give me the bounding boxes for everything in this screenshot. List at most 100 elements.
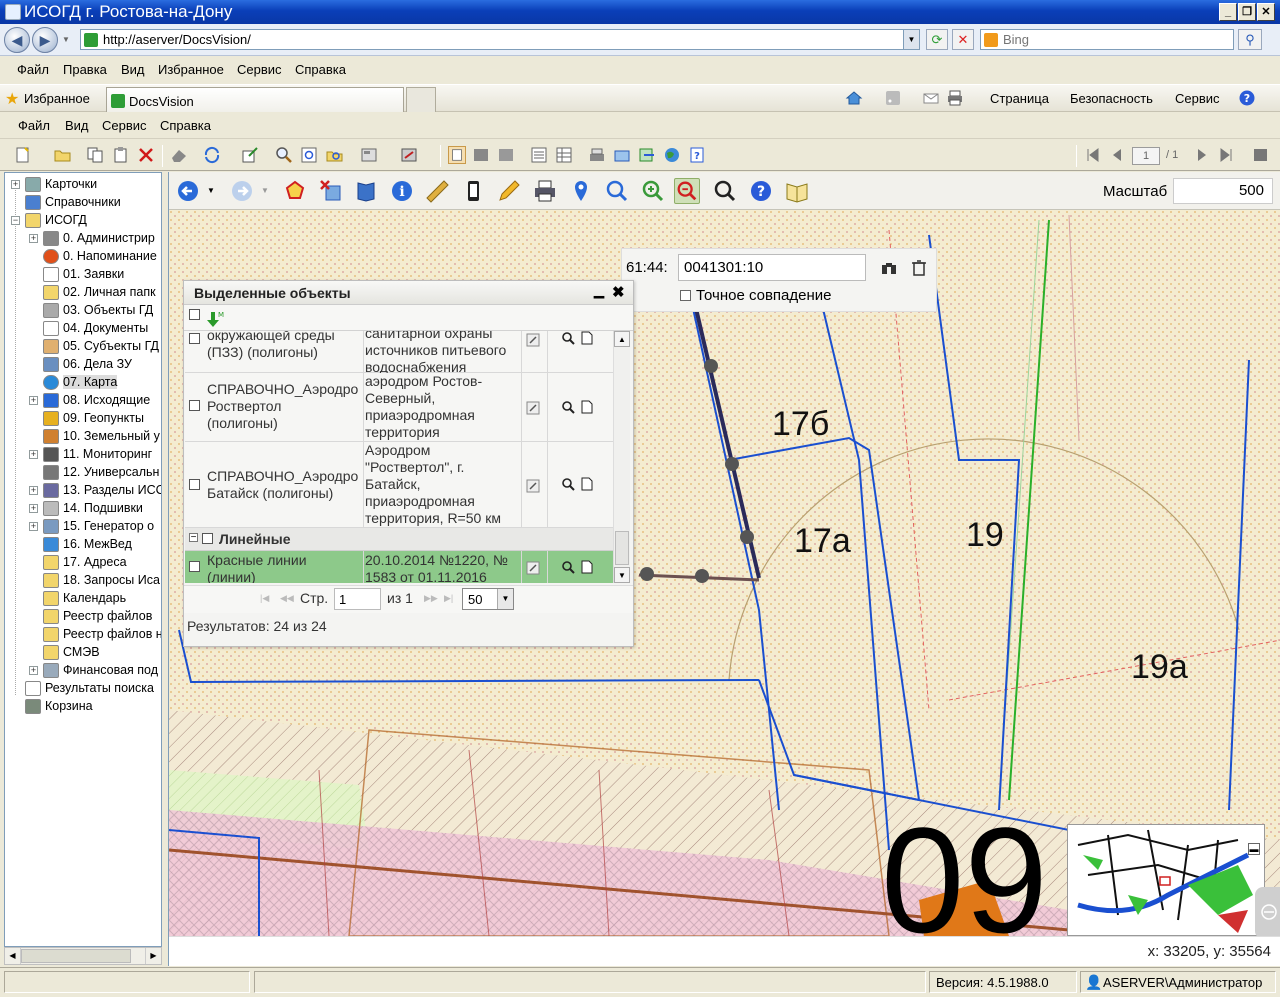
search-button[interactable]: ⚲ [1238,29,1262,50]
properties-icon[interactable] [400,146,418,164]
list-item[interactable]: СПРАВОЧНО_Аэродро Батайск (полигоны) Аэро… [185,442,613,528]
tree-expander-icon[interactable]: + [29,450,38,459]
close-window-button[interactable]: ✕ [1257,3,1275,21]
mobile-icon[interactable] [460,178,486,204]
zoom-to-icon[interactable] [561,477,575,491]
find-icon[interactable] [275,146,293,164]
zoom-to-icon[interactable] [561,560,575,574]
menu-view[interactable]: Вид [121,62,145,77]
edit-icon[interactable] [526,561,540,575]
new-card-icon[interactable] [14,146,32,164]
paste-icon[interactable] [112,146,130,164]
menu-edit[interactable]: Правка [63,62,107,77]
side-panel-toggle[interactable] [1255,887,1280,936]
menu-favorites[interactable]: Избранное [158,62,224,77]
find-in-card-icon[interactable] [300,146,318,164]
home-icon[interactable] [845,89,863,107]
document-icon[interactable] [581,331,593,345]
favorites-button[interactable]: Избранное [24,91,90,106]
tree-expander-icon[interactable]: + [29,522,38,531]
export-icon[interactable] [241,146,259,164]
pencil-icon[interactable] [496,178,522,204]
app-menu-file[interactable]: Файл [18,118,50,133]
ruler-icon[interactable] [424,178,450,204]
cadastral-number-input[interactable] [678,254,866,281]
scroll-up-icon[interactable]: ▲ [614,331,630,347]
zoom-extent-icon[interactable] [604,178,630,204]
document-icon[interactable] [581,560,593,574]
pager-prev-icon[interactable]: ◀◀ [280,593,294,604]
restore-button[interactable]: ❐ [1238,3,1256,21]
clear-trash-icon[interactable] [911,259,927,277]
next-page-icon[interactable] [1193,146,1211,164]
archive-icon[interactable] [613,146,631,164]
export-page-icon[interactable] [1252,146,1270,164]
open-book-icon[interactable] [784,178,810,204]
zoom-out-icon[interactable] [674,178,700,204]
pager-first-icon[interactable]: |◀ [260,593,269,604]
sync-icon[interactable] [203,146,221,164]
exact-match-checkbox[interactable] [680,290,691,301]
history-dropdown-icon[interactable]: ▼ [62,35,70,44]
zoom-to-icon[interactable] [561,331,575,345]
tree-expander-icon[interactable]: + [29,666,38,675]
list-item[interactable]: окружающей среды (ПЗЗ) (полигоны) санитар… [185,331,613,375]
layers-book-icon[interactable] [353,178,379,204]
table-view-icon[interactable] [555,146,573,164]
zoom-to-icon[interactable] [561,400,575,414]
security-menu[interactable]: Безопасность [1070,91,1153,106]
row-checkbox[interactable] [189,561,200,572]
view-split-icon[interactable] [472,146,490,164]
list-scroll-thumb[interactable] [615,531,629,565]
pager-last-icon[interactable]: ▶| [444,593,453,604]
list-item[interactable]: СПРАВОЧНО_Аэродро Роствертол (полигоны) аэ… [185,373,613,442]
scale-input[interactable]: 500 [1173,178,1273,204]
delete-icon[interactable] [137,146,155,164]
row-checkbox[interactable] [189,333,200,344]
prev-page-icon[interactable] [1108,146,1126,164]
map-marker-icon[interactable] [568,178,594,204]
map-back-dropdown-icon[interactable]: ▼ [207,186,215,195]
menu-help[interactable]: Справка [295,62,346,77]
tools-command-menu[interactable]: Сервис [1175,91,1220,106]
tree-horizontal-scrollbar[interactable]: ◀ ▶ [4,947,162,965]
search-input[interactable] [1003,31,1223,48]
group-collapse-icon[interactable]: − [189,533,198,543]
minimize-button[interactable]: _ [1219,3,1237,21]
new-tab-button[interactable] [406,87,436,112]
row-checkbox[interactable] [189,479,200,490]
tree-expander-icon[interactable]: + [29,396,38,405]
overview-minimap[interactable]: ▬ [1067,824,1265,936]
eraser-icon[interactable] [170,146,188,164]
first-page-icon[interactable] [1084,146,1102,164]
scanner-icon[interactable] [588,146,606,164]
open-folder-icon[interactable] [54,146,72,164]
clear-selection-icon[interactable] [318,178,344,204]
page-size-select[interactable]: 50 ▼ [462,588,514,610]
document-icon[interactable] [581,400,593,414]
row-checkbox[interactable] [189,400,200,411]
edit-icon[interactable] [526,479,540,493]
group-checkbox[interactable] [202,533,213,544]
tree-scroll-thumb[interactable] [21,949,131,963]
group-row-linear[interactable]: − Линейные [185,528,613,551]
back-button[interactable]: ◀ [4,27,30,53]
select-polygon-icon[interactable] [282,178,308,204]
url-dropdown-icon[interactable]: ▼ [903,30,919,49]
app-menu-help[interactable]: Справка [160,118,211,133]
panel-close-icon[interactable]: ✖ [612,283,625,301]
copy-icon[interactable] [86,146,104,164]
app-menu-tools[interactable]: Сервис [102,118,147,133]
print-icon[interactable] [946,89,964,107]
page-menu[interactable]: Страница [990,91,1049,106]
refresh-button[interactable]: ⟳ [926,29,948,50]
find-folder-icon[interactable] [326,146,344,164]
tab-docsvision[interactable]: DocsVision [106,87,404,112]
view-cards-icon[interactable] [448,146,466,164]
tree-expander-icon[interactable]: + [11,180,20,189]
binoculars-icon[interactable] [880,259,898,277]
help-book-icon[interactable]: ? [688,146,706,164]
tree-expander-icon[interactable]: + [29,234,38,243]
map-forward-icon[interactable] [229,178,255,204]
chevron-down-icon[interactable]: ▼ [497,589,513,609]
